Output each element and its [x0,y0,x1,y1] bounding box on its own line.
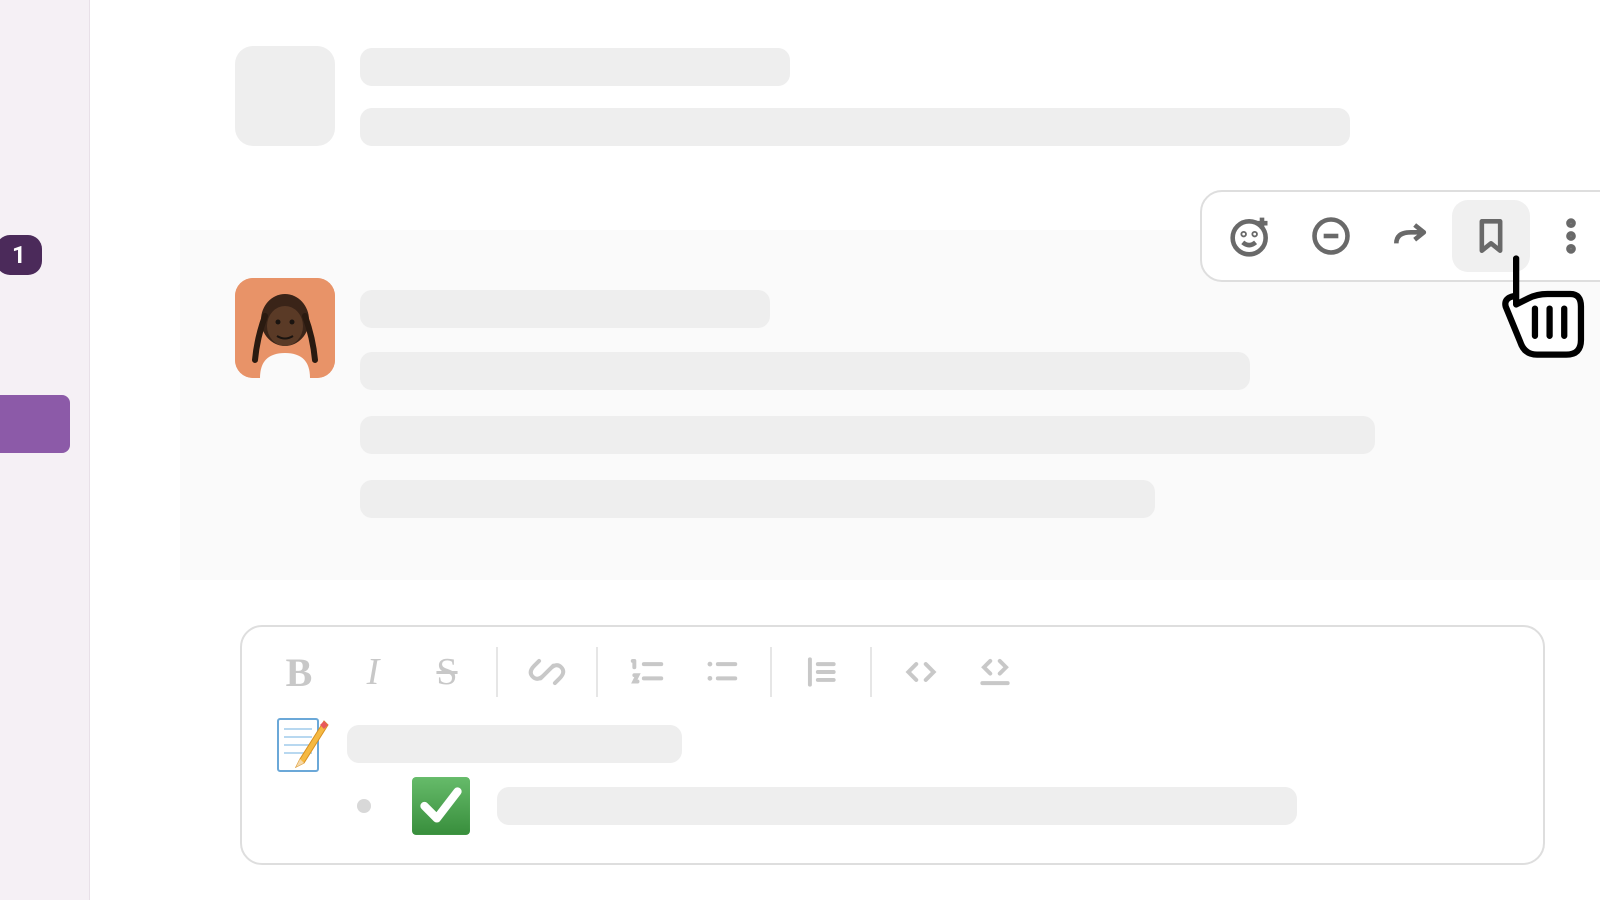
message-hover-bg [180,230,1600,580]
toolbar-divider [596,647,598,697]
bullet-marker [357,799,371,813]
message-text-placeholder [360,290,770,328]
message-text-placeholder [360,480,1155,518]
thread-button[interactable] [1292,200,1370,272]
user-avatar[interactable] [235,278,335,378]
workspace-item-active[interactable] [0,395,70,453]
check-mark-emoji-icon [410,775,472,837]
code-button[interactable] [886,645,956,699]
message-list: B I S [90,0,1600,900]
add-reaction-button[interactable] [1212,200,1290,272]
share-button[interactable] [1372,200,1450,272]
message-compose-box[interactable]: B I S [240,625,1545,865]
bullet-list-button[interactable] [686,645,756,699]
compose-text-placeholder [347,725,682,763]
strikethrough-button[interactable]: S [412,645,482,699]
code-block-icon [976,653,1014,691]
link-button[interactable] [512,645,582,699]
message-text-placeholder [360,48,790,86]
code-block-button[interactable] [960,645,1030,699]
share-arrow-icon [1389,214,1433,258]
toolbar-divider [870,647,872,697]
link-icon [528,653,566,691]
message-text-placeholder [360,416,1375,454]
italic-button[interactable]: I [338,645,408,699]
memo-emoji-icon [272,715,332,775]
code-icon [902,653,940,691]
message-text-placeholder [360,108,1350,146]
compose-text-area[interactable] [242,713,1543,863]
more-actions-button[interactable] [1532,200,1600,272]
bookmark-icon [1469,214,1513,258]
message-text-placeholder [360,352,1250,390]
bold-button[interactable]: B [264,645,334,699]
message-actions-toolbar [1200,190,1600,282]
toolbar-divider [496,647,498,697]
ordered-list-button[interactable] [612,645,682,699]
workspace-rail: 1 [0,0,90,900]
more-vertical-icon [1549,214,1593,258]
notification-badge[interactable]: 1 [0,235,42,275]
emoji-plus-icon [1229,214,1273,258]
compose-text-placeholder [497,787,1297,825]
message-avatar-placeholder [235,46,335,146]
blockquote-icon [802,653,840,691]
blockquote-button[interactable] [786,645,856,699]
toolbar-divider [770,647,772,697]
thread-icon [1309,214,1353,258]
bullet-list-icon [702,653,740,691]
formatting-toolbar: B I S [242,627,1543,713]
bookmark-button[interactable] [1452,200,1530,272]
ordered-list-icon [628,653,666,691]
